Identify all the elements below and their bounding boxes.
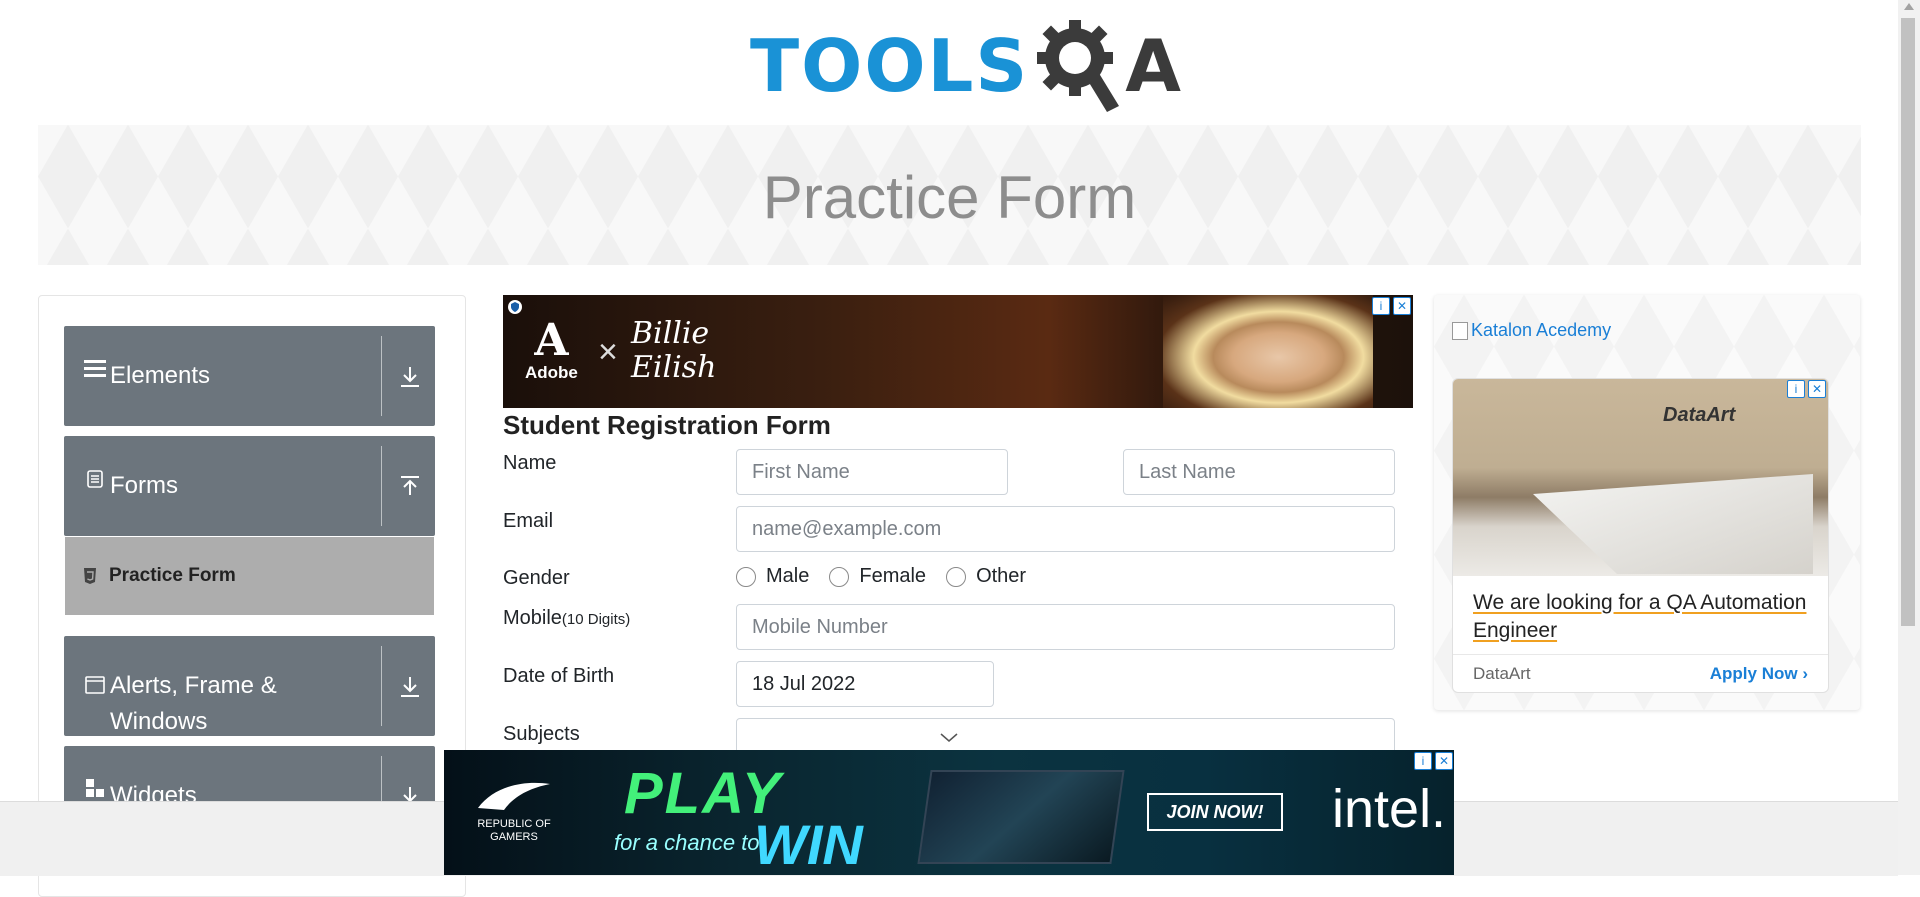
date-of-birth-input[interactable] [736,661,994,707]
info-icon[interactable]: i [1372,297,1390,315]
radio-label: Other [976,565,1027,587]
sidebar-group-alerts[interactable]: Alerts, Frame & Windows [64,636,435,736]
radio-label: Male [766,565,810,587]
email-input[interactable] [736,506,1395,552]
ad-controls[interactable]: i ✕ [1787,380,1826,398]
ad-headline[interactable]: We are looking for a QA Automation Engin… [1473,589,1813,645]
mobile-label: Mobile(10 Digits) [503,607,630,630]
ad-portrait-image [1163,295,1373,408]
dataart-brand: DataArt [1663,404,1736,426]
scroll-up-icon[interactable] [1904,3,1914,10]
toolsqa-logo[interactable]: TOOLS A [750,18,1181,113]
sidebar-group-label: Elements [110,362,211,389]
katalon-alt-text[interactable]: Katalon Acedemy [1471,320,1611,341]
chevron-right-icon: › [1802,663,1808,683]
radio-label: Female [859,565,927,587]
katalon-academy-link[interactable]: Katalon Acedemy [1452,320,1611,341]
gender-radio-group: Male Female Other [736,565,1046,588]
gender-radio-female[interactable]: Female [829,565,926,588]
dataart-advertisement[interactable]: DataArt We are looking for a QA Automati… [1452,378,1829,693]
mobile-input[interactable] [736,604,1395,650]
ad-headline-text: We are looking for a QA Automation Engin… [1473,591,1807,642]
ad-controls[interactable]: i ✕ [1414,752,1453,770]
times-icon: × [598,333,618,371]
intel-logo: intel. [1332,779,1447,839]
sidebar-group-forms[interactable]: Forms [64,436,435,536]
info-icon[interactable]: i [1414,752,1432,770]
ad-controls[interactable]: i ✕ [1372,297,1411,315]
top-advertisement[interactable]: A Adobe × Billie Eilish [503,295,1413,408]
subjects-label: Subjects [503,723,580,745]
bottom-advertisement[interactable]: REPUBLIC OF GAMERS PLAY for a chance to … [444,750,1454,875]
mobile-hint: (10 Digits) [561,611,631,628]
adchoices-shield-icon[interactable] [507,299,523,320]
win-headline: WIN [754,813,863,875]
sidebar-item-label: Practice Form [109,565,236,586]
logo-text-a: A [1125,23,1181,108]
page-banner: Practice Form [38,125,1861,265]
logo-text-tools: TOOLS [750,23,1030,108]
adobe-text: Adobe [525,363,578,382]
apply-now-button[interactable]: Apply Now › [1710,664,1808,684]
dob-label: Date of Birth [503,665,615,687]
radio-circle[interactable] [829,566,850,587]
sidebar-group-label: Forms [110,472,178,499]
billie-eilish-text: Billie Eilish [631,316,717,385]
office-photo: DataArt [1453,379,1828,576]
join-now-button[interactable]: JOIN NOW! [1147,793,1283,831]
email-label: Email [503,510,554,532]
download-icon[interactable] [394,366,426,388]
rog-text: REPUBLIC OF GAMERS [477,818,551,843]
page-title: Practice Form [762,164,1137,231]
download-icon[interactable] [394,676,426,698]
gender-label: Gender [503,567,570,589]
broken-image-icon [1452,321,1468,340]
html5-icon [83,568,101,584]
rog-logo: REPUBLIC OF GAMERS [474,778,554,844]
hamburger-icon [84,358,106,378]
mobile-label-text: Mobile [503,607,562,629]
first-name-input[interactable] [736,449,1008,495]
document-icon [84,468,106,488]
sidebar-group-elements[interactable]: Elements [64,326,435,426]
chevron-down-icon [939,727,959,750]
adobe-logo: A Adobe [525,315,578,383]
gender-radio-other[interactable]: Other [946,565,1026,588]
laptop-image [917,770,1125,864]
radio-circle[interactable] [736,566,756,587]
window-icon [84,676,106,694]
ad-footer: DataArt Apply Now › [1453,654,1828,692]
info-icon[interactable]: i [1787,380,1805,398]
sidebar-group-label: Alerts, Frame & Windows [110,672,277,735]
chance-text: for a chance to [614,830,760,855]
vertical-scrollbar[interactable] [1898,0,1920,875]
form-title: Student Registration Form [503,410,831,440]
close-icon[interactable]: ✕ [1435,752,1453,770]
advertiser-name: DataArt [1473,663,1531,683]
scrollbar-thumb[interactable] [1901,18,1915,626]
close-icon[interactable]: ✕ [1393,297,1411,315]
gender-radio-male[interactable]: Male [736,565,809,588]
last-name-input[interactable] [1123,449,1395,495]
sidebar-item-practice-form[interactable]: Practice Form [65,537,434,615]
gear-icon [1035,18,1121,114]
widgets-icon [84,778,106,798]
name-label: Name [503,452,557,474]
close-icon[interactable]: ✕ [1808,380,1826,398]
apply-now-label: Apply Now [1709,663,1798,683]
radio-circle[interactable] [946,566,967,587]
upload-icon[interactable] [394,476,426,498]
